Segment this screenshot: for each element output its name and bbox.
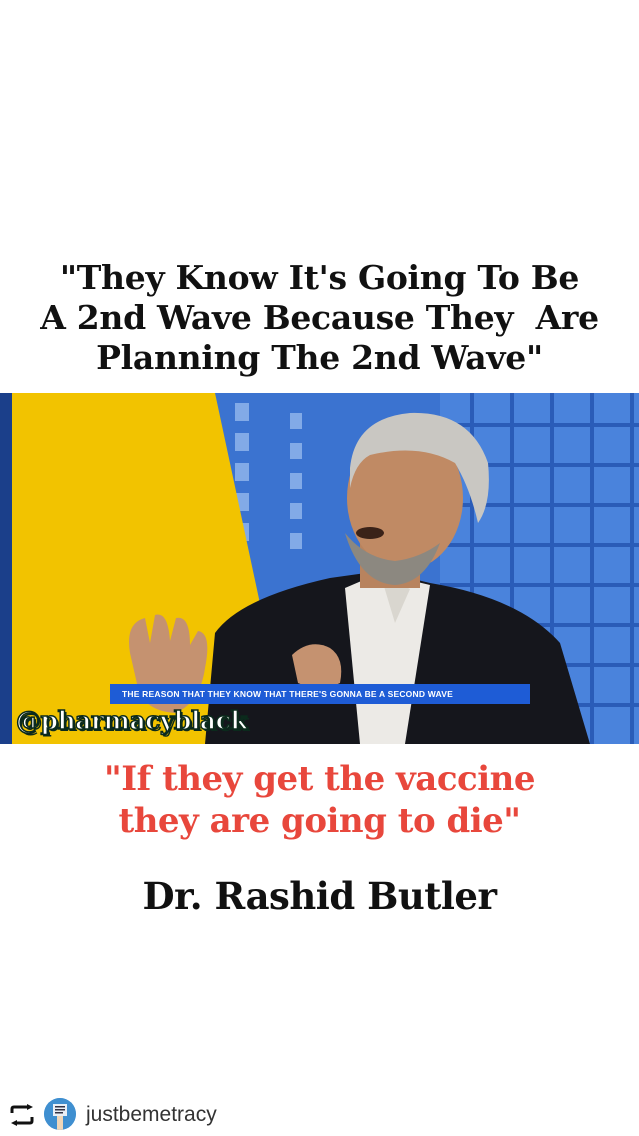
avatar-image xyxy=(44,1098,76,1130)
news-ticker: THE REASON THAT THEY KNOW THAT THERE'S G… xyxy=(110,684,530,704)
speaker-name: Dr. Rashid Butler xyxy=(142,874,497,918)
avatar[interactable] xyxy=(44,1098,76,1130)
watermark: @pharmacyblack xyxy=(15,705,248,736)
headline: "They Know It's Going To Be A 2nd Wave B… xyxy=(0,258,639,378)
video-frame[interactable]: THE REASON THAT THEY KNOW THAT THERE'S G… xyxy=(0,393,639,744)
quote-line-1: "If they get the vaccine xyxy=(103,759,536,799)
username[interactable]: justbemetracy xyxy=(86,1103,217,1127)
headline-line-2: A 2nd Wave Because They Are xyxy=(40,298,599,337)
headline-line-3: Planning The 2nd Wave" xyxy=(96,338,543,377)
quote-line-2: they are going to die" xyxy=(118,801,521,841)
repost-bar: justbemetracy xyxy=(0,1094,639,1136)
repost-icon[interactable] xyxy=(8,1104,36,1126)
headline-line-1: "They Know It's Going To Be xyxy=(59,258,580,297)
quote: "If they get the vaccine they are going … xyxy=(0,758,639,842)
